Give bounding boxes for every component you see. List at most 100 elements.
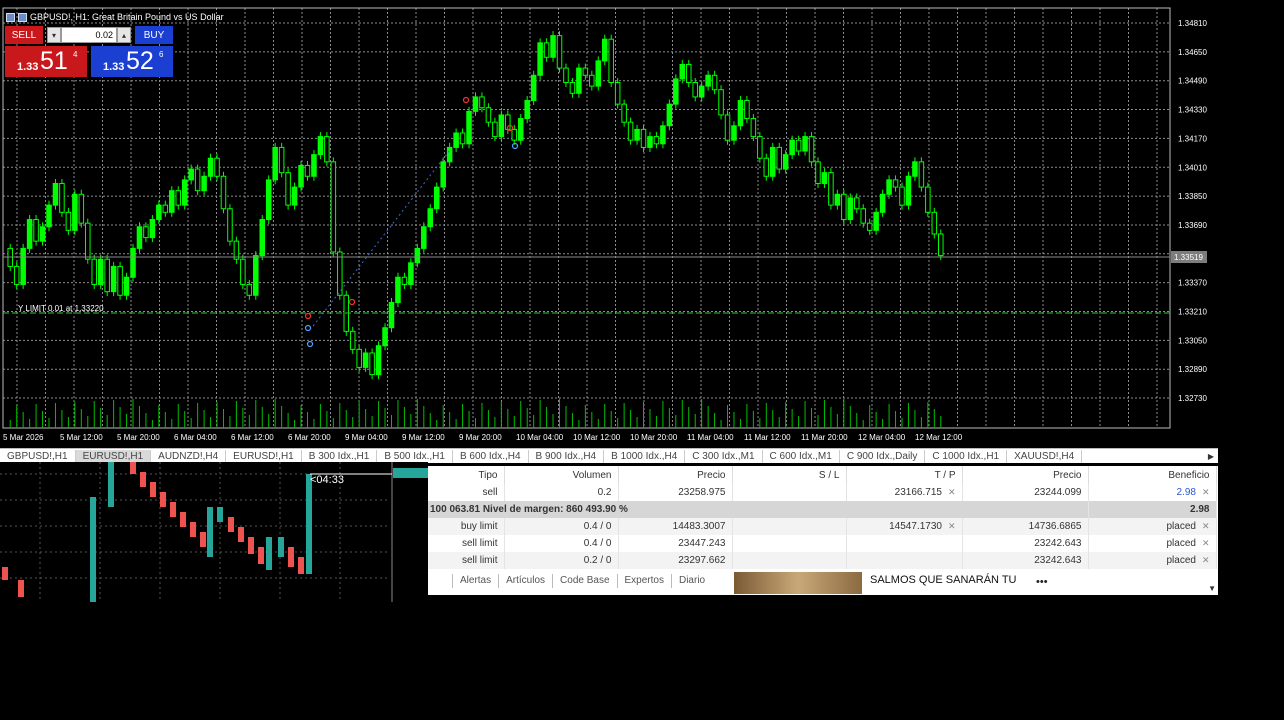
symbol-tab[interactable]: C 300 Idx.,M1 <box>685 449 763 463</box>
time-axis-label: 11 Mar 04:00 <box>687 433 734 442</box>
close-icon[interactable]: ✕ <box>948 487 956 497</box>
trade-marker <box>462 96 470 104</box>
orders-table: Tipo Volumen Precio S / L T / P Precio B… <box>428 466 1217 569</box>
order-state: placed <box>1166 521 1196 532</box>
col-beneficio[interactable]: Beneficio <box>1088 466 1217 484</box>
pending-order-row[interactable]: sell limit 0.2 / 0 23297.662 23242.643 p… <box>428 552 1217 569</box>
candle <box>414 247 421 264</box>
more-options-icon[interactable]: ••• <box>1036 576 1048 588</box>
col-precio[interactable]: Precio <box>618 466 733 484</box>
cell-tipo: sell limit <box>428 552 505 569</box>
candle <box>180 512 186 527</box>
candle <box>317 136 324 156</box>
candle <box>382 327 388 347</box>
mini-chart-canvas[interactable] <box>0 462 428 602</box>
cell-estado: placed ✕ <box>1088 518 1217 535</box>
candle <box>175 190 182 206</box>
tab-scroll-right-icon[interactable]: ▶ <box>1204 452 1218 461</box>
cell-volumen: 0.4 / 0 <box>504 535 619 552</box>
col-tp[interactable]: T / P <box>846 466 963 484</box>
tab-alertas[interactable]: Alertas <box>452 574 498 588</box>
col-sl[interactable]: S / L <box>732 466 847 484</box>
symbol-tab[interactable]: B 600 Idx.,H4 <box>453 449 529 463</box>
symbol-tab[interactable]: B 1000 Idx.,H4 <box>604 449 686 463</box>
mini-chart[interactable]: <04:33 <box>0 462 428 602</box>
candle <box>20 247 26 285</box>
chart-menu-icon[interactable] <box>6 12 15 22</box>
symbol-tab[interactable]: C 600 Idx.,M1 <box>763 449 840 463</box>
main-chart[interactable]: 1.34810 1.34650 1.34490 1.34330 1.34170 1.340… <box>0 0 1218 448</box>
symbol-tab[interactable]: C 900 Idx.,Daily <box>840 449 926 463</box>
tab-diario[interactable]: Diario <box>670 574 712 588</box>
time-axis-label: 9 Mar 04:00 <box>345 433 388 442</box>
symbol-tab[interactable]: EURUSD!,H1 <box>75 449 152 463</box>
delete-order-icon[interactable]: ✕ <box>1202 521 1210 531</box>
lot-size-input[interactable] <box>61 27 117 43</box>
cell-volumen: 0.2 <box>504 484 619 501</box>
symbol-tab[interactable]: B 300 Idx.,H1 <box>302 449 378 463</box>
candle <box>892 179 899 188</box>
cell-sl <box>732 518 847 535</box>
tab-expertos[interactable]: Expertos <box>616 574 671 588</box>
candle <box>576 67 582 94</box>
col-tipo[interactable]: Tipo <box>428 466 505 484</box>
candle <box>306 474 312 574</box>
pending-order-row[interactable]: buy limit 0.4 / 0 14483.3007 14547.1730 ✕… <box>428 518 1217 535</box>
tab-code-base[interactable]: Code Base <box>552 574 616 588</box>
sell-button[interactable]: SELL <box>5 26 43 44</box>
trade-marker <box>304 312 312 320</box>
main-chart-canvas[interactable]: 1.34810 1.34650 1.34490 1.34330 1.34170 1.340… <box>0 0 1218 448</box>
cell-beneficio: 2.98 ✕ <box>1088 484 1217 501</box>
cell-precio-actual: 23242.643 <box>962 535 1089 552</box>
candle <box>530 74 537 102</box>
position-row[interactable]: sell 0.2 23258.975 23166.715 ✕ 23244.099 … <box>428 484 1217 501</box>
ad-title[interactable]: SALMOS QUE SANARÁN TU <box>870 574 1017 586</box>
symbol-tab[interactable]: C 1000 Idx.,H1 <box>925 449 1008 463</box>
lot-increase-icon[interactable]: ▴ <box>117 27 131 43</box>
col-precio-actual[interactable]: Precio <box>962 466 1089 484</box>
candle <box>298 557 304 574</box>
symbol-tab[interactable]: AUDNZD!,H4 <box>151 449 227 463</box>
candle <box>200 532 206 547</box>
buy-button[interactable]: BUY <box>135 26 173 44</box>
cell-precio: 23258.975 <box>618 484 733 501</box>
symbol-tab[interactable]: GBPUSD!,H1 <box>0 449 76 463</box>
delete-order-icon[interactable]: ✕ <box>1202 538 1210 548</box>
close-icon[interactable]: ✕ <box>948 521 956 531</box>
col-volumen[interactable]: Volumen <box>504 466 619 484</box>
price-axis-label: 1.33050 <box>1178 336 1207 345</box>
trade-icon[interactable] <box>18 12 27 22</box>
candle <box>866 222 873 231</box>
pending-order-row[interactable]: sell limit 0.4 / 0 23447.243 23242.643 p… <box>428 535 1217 552</box>
bid-price-box[interactable]: 1.33 51 4 <box>5 46 87 77</box>
trade-marker <box>306 340 314 348</box>
symbol-tab[interactable]: XAUUSD!,H4 <box>1007 449 1083 463</box>
symbol-tab[interactable]: EURUSD!,H1 <box>226 449 302 463</box>
delete-order-icon[interactable]: ✕ <box>1202 555 1210 565</box>
candle <box>375 345 382 376</box>
scroll-down-icon[interactable]: ▼ <box>1208 584 1216 593</box>
symbol-tab[interactable]: B 500 Idx.,H1 <box>377 449 453 463</box>
cell-precio-actual: 23242.643 <box>962 552 1089 569</box>
candle <box>33 219 39 242</box>
cell-sl <box>732 535 847 552</box>
ask-price-prefix: 1.33 <box>103 61 125 73</box>
candle <box>253 255 259 296</box>
candle <box>879 193 886 213</box>
candle <box>886 179 892 195</box>
cell-tp-value: 14547.1730 <box>889 521 942 532</box>
candle <box>847 197 854 221</box>
tab-articulos[interactable]: Artículos <box>498 574 552 588</box>
candle <box>259 219 266 257</box>
close-position-icon[interactable]: ✕ <box>1202 487 1210 497</box>
time-axis-label: 10 Mar 12:00 <box>573 433 621 442</box>
lot-decrease-icon[interactable]: ▾ <box>47 27 61 43</box>
symbol-tab[interactable]: B 900 Idx.,H4 <box>529 449 605 463</box>
ask-price-box[interactable]: 1.33 52 6 <box>91 46 173 77</box>
candle <box>498 114 505 138</box>
candle <box>90 497 96 602</box>
terminal-panel: Tipo Volumen Precio S / L T / P Precio B… <box>428 466 1218 595</box>
candle <box>925 186 931 213</box>
ad-thumbnail[interactable] <box>734 572 862 594</box>
candle <box>337 251 343 296</box>
